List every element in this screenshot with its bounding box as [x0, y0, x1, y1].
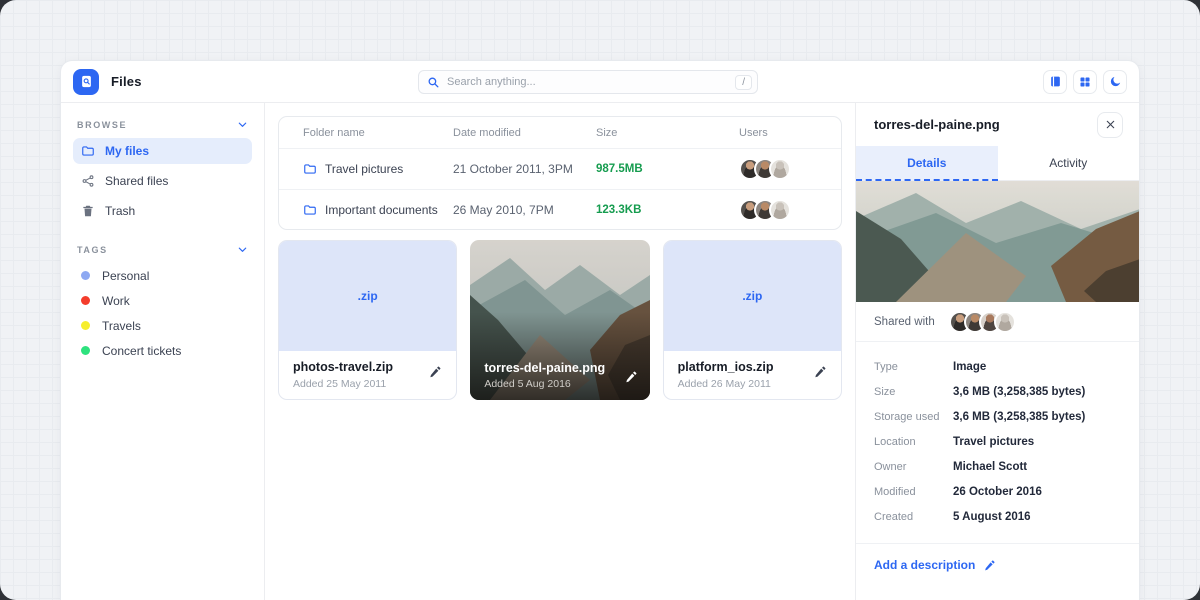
- detail-row-owner: Owner Michael Scott: [874, 454, 1121, 479]
- sidebar-item-my-files[interactable]: My files: [73, 138, 252, 164]
- detail-row-size: Size 3,6 MB (3,258,385 bytes): [874, 379, 1121, 404]
- date-modified: 21 October 2011, 3PM: [453, 162, 596, 176]
- tag-label: Work: [102, 294, 130, 308]
- folders-table: Folder name Date modified Size Users Tra…: [278, 116, 842, 230]
- main-content: Folder name Date modified Size Users Tra…: [265, 103, 855, 600]
- tags-section-header[interactable]: TAGS: [73, 242, 252, 263]
- folder-icon: [303, 203, 317, 217]
- chevron-down-icon[interactable]: [237, 119, 248, 130]
- date-modified: 26 May 2010, 7PM: [453, 203, 596, 217]
- edit-pencil-icon: [983, 559, 996, 572]
- folder-name: Important documents: [325, 203, 438, 217]
- zip-preview: .zip: [279, 241, 456, 351]
- detail-row-storage-used: Storage used 3,6 MB (3,258,385 bytes): [874, 404, 1121, 429]
- size-value: 123.3KB: [596, 204, 739, 216]
- files-app-window: Files /: [60, 60, 1140, 600]
- sidebar-item-label: Trash: [105, 204, 135, 218]
- column-date-modified: Date modified: [453, 127, 596, 139]
- table-row[interactable]: Travel pictures 21 October 2011, 3PM 987…: [279, 149, 841, 189]
- search-input[interactable]: [447, 76, 735, 88]
- shared-with-label: Shared with: [874, 316, 935, 328]
- panel-file-title: torres-del-paine.png: [874, 117, 1000, 132]
- detail-row-created: Created 5 August 2016: [874, 504, 1121, 529]
- detail-row-type: Type Image: [874, 354, 1121, 379]
- sidebar-item-shared-files[interactable]: Shared files: [73, 168, 252, 194]
- details-panel: torres-del-paine.png Details Activity: [855, 103, 1139, 600]
- file-card-platform-ios[interactable]: .zip platform_ios.zip Added 26 May 2011: [663, 240, 842, 400]
- book-button[interactable]: [1043, 70, 1067, 94]
- file-added-date: Added 5 Aug 2016: [484, 378, 635, 390]
- tag-color-dot: [81, 346, 90, 355]
- app-title: Files: [111, 74, 142, 89]
- edit-pencil-icon[interactable]: [624, 370, 638, 384]
- column-users: Users: [739, 127, 841, 139]
- tag-color-dot: [81, 271, 90, 280]
- users-avatars: [739, 199, 841, 221]
- close-panel-button[interactable]: [1097, 112, 1123, 138]
- folder-icon: [303, 162, 317, 176]
- shared-with-avatars[interactable]: [949, 311, 1016, 333]
- trash-icon: [81, 204, 95, 218]
- file-details-list: Type Image Size 3,6 MB (3,258,385 bytes)…: [856, 342, 1139, 539]
- tag-concert-tickets[interactable]: Concert tickets: [73, 338, 252, 363]
- edit-pencil-icon[interactable]: [813, 365, 827, 379]
- zip-badge: .zip: [742, 289, 762, 303]
- tag-label: Travels: [102, 319, 141, 333]
- detail-row-location: Location Travel pictures: [874, 429, 1121, 454]
- share-icon: [81, 174, 95, 188]
- zip-preview: .zip: [664, 241, 841, 351]
- add-description-button[interactable]: Add a description: [856, 544, 1139, 586]
- search-icon: [427, 76, 440, 89]
- avatar: [769, 199, 791, 221]
- table-row[interactable]: Important documents 26 May 2010, 7PM 123…: [279, 189, 841, 229]
- table-header-row: Folder name Date modified Size Users: [279, 117, 841, 149]
- folder-icon: [81, 144, 95, 158]
- detail-row-modified: Modified 26 October 2016: [874, 479, 1121, 504]
- app-logo-icon: [73, 69, 99, 95]
- zip-badge: .zip: [358, 289, 378, 303]
- sidebar: BROWSE My files Shared files: [61, 103, 265, 600]
- browse-label: BROWSE: [77, 120, 127, 130]
- column-size: Size: [596, 127, 739, 139]
- panel-tabs: Details Activity: [856, 146, 1139, 181]
- tag-color-dot: [81, 296, 90, 305]
- topbar-actions: [1043, 70, 1127, 94]
- sidebar-item-trash[interactable]: Trash: [73, 198, 252, 224]
- column-folder-name: Folder name: [303, 127, 453, 139]
- sidebar-item-label: My files: [105, 144, 149, 158]
- tag-color-dot: [81, 321, 90, 330]
- edit-pencil-icon[interactable]: [428, 365, 442, 379]
- file-name: torres-del-paine.png: [484, 361, 635, 375]
- tags-label: TAGS: [77, 245, 108, 255]
- tag-label: Personal: [102, 269, 149, 283]
- tag-label: Concert tickets: [102, 344, 181, 358]
- avatar: [994, 311, 1016, 333]
- file-card-photos-travel[interactable]: .zip photos-travel.zip Added 25 May 2011: [278, 240, 457, 400]
- avatar: [769, 158, 791, 180]
- folder-name: Travel pictures: [325, 162, 403, 176]
- file-card-torres-del-paine[interactable]: torres-del-paine.png Added 5 Aug 2016: [470, 240, 649, 400]
- size-value: 987.5MB: [596, 163, 739, 175]
- users-avatars: [739, 158, 841, 180]
- tag-work[interactable]: Work: [73, 288, 252, 313]
- file-added-date: Added 26 May 2011: [678, 378, 827, 390]
- file-cards-row: .zip photos-travel.zip Added 25 May 2011: [278, 240, 842, 400]
- file-name: photos-travel.zip: [293, 360, 442, 374]
- tag-travels[interactable]: Travels: [73, 313, 252, 338]
- sidebar-item-label: Shared files: [105, 174, 168, 188]
- search-bar[interactable]: /: [418, 70, 758, 94]
- file-added-date: Added 25 May 2011: [293, 378, 442, 390]
- search-shortcut-badge: /: [735, 75, 752, 90]
- grid-view-button[interactable]: [1073, 70, 1097, 94]
- tab-details[interactable]: Details: [856, 146, 998, 181]
- file-name: platform_ios.zip: [678, 360, 827, 374]
- dark-mode-button[interactable]: [1103, 70, 1127, 94]
- top-bar: Files /: [61, 61, 1139, 103]
- file-preview-image: [856, 181, 1139, 302]
- browse-section-header[interactable]: BROWSE: [73, 117, 252, 138]
- desktop-background: Files /: [0, 0, 1200, 600]
- tag-personal[interactable]: Personal: [73, 263, 252, 288]
- chevron-down-icon[interactable]: [237, 244, 248, 255]
- tab-activity[interactable]: Activity: [998, 146, 1140, 181]
